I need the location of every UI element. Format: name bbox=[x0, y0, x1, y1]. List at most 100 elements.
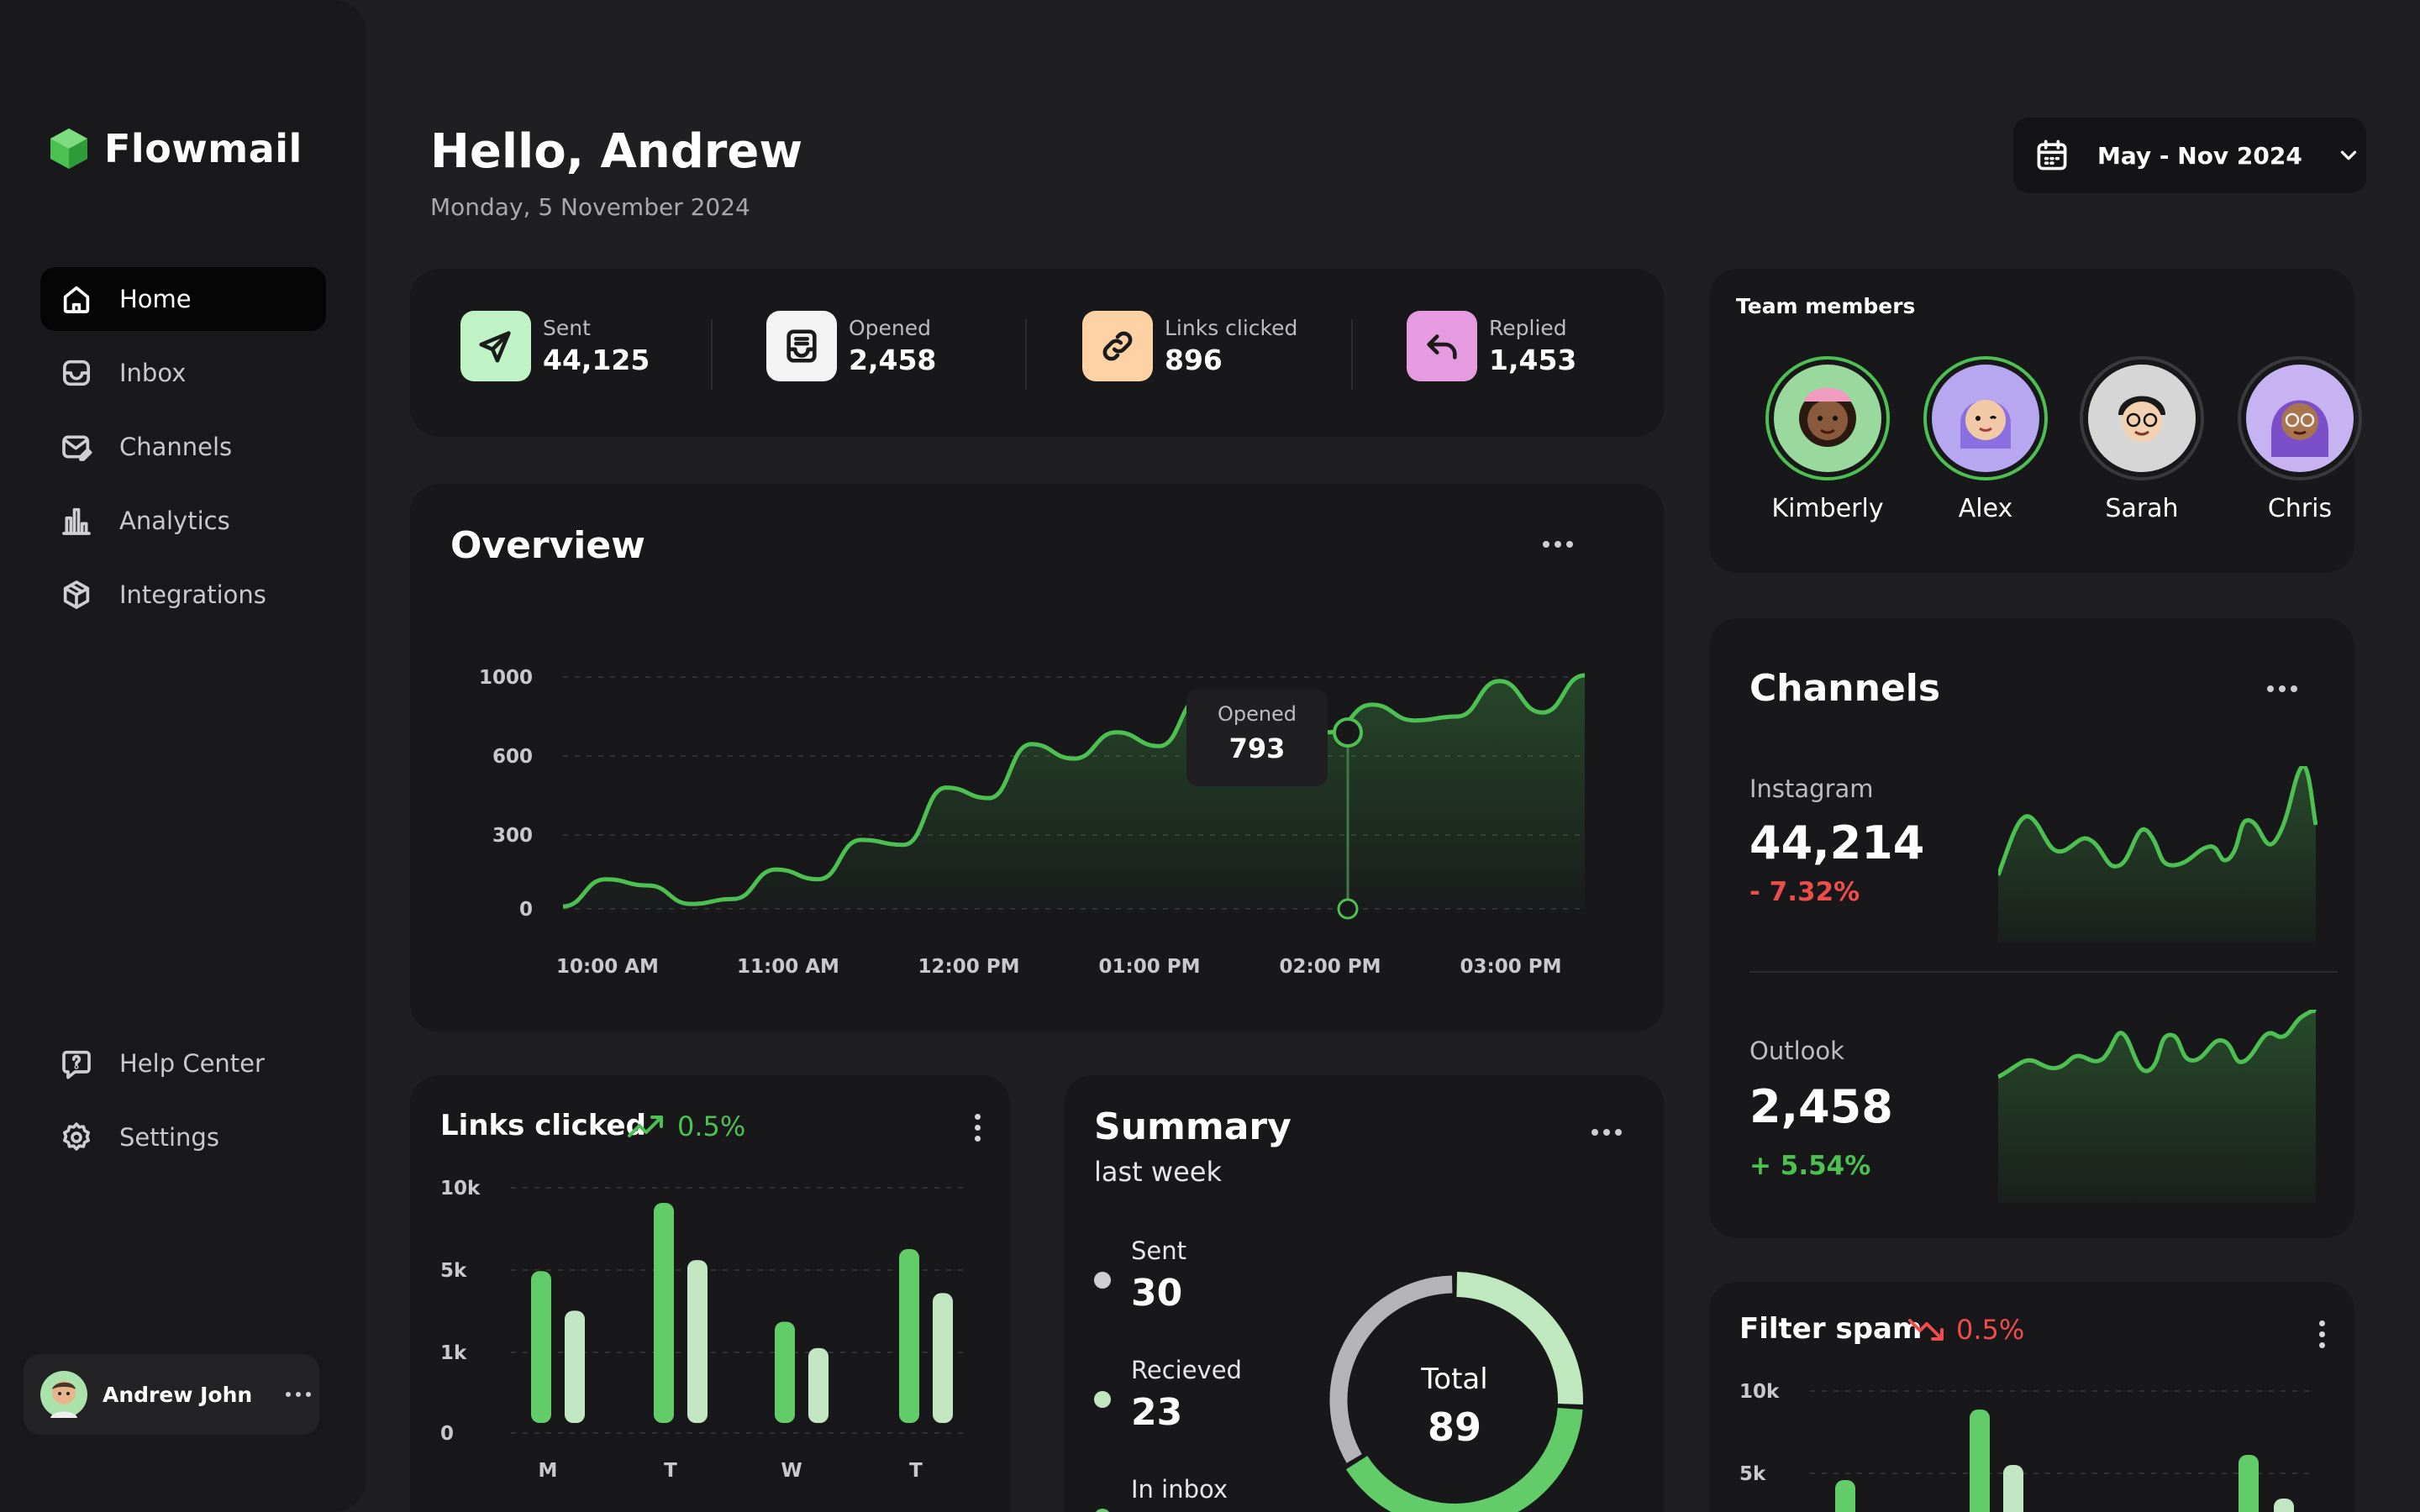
y-tick-label: 10k bbox=[1739, 1381, 1780, 1403]
nav-channels[interactable]: Channels bbox=[40, 415, 326, 479]
stat-links-clicked[interactable]: Links clicked 896 bbox=[1082, 311, 1297, 381]
bar bbox=[1970, 1410, 1990, 1512]
divider bbox=[1351, 319, 1353, 390]
bar bbox=[531, 1271, 551, 1423]
y-tick-label: 600 bbox=[492, 746, 533, 768]
summary-card: Summary last week Sent 30 Recieved 23 In… bbox=[1064, 1075, 1664, 1512]
chevron-down-icon bbox=[2340, 150, 2356, 160]
legend-dot-in-inbox bbox=[1094, 1509, 1111, 1512]
bar bbox=[775, 1321, 795, 1423]
stat-value: 1,453 bbox=[1489, 344, 1577, 376]
x-tick-label: 01:00 PM bbox=[1099, 956, 1201, 978]
inbox-icon bbox=[59, 355, 94, 391]
y-tick-label: 0 bbox=[519, 899, 533, 921]
stat-value: 44,125 bbox=[543, 344, 650, 376]
gear-icon bbox=[59, 1120, 94, 1155]
tooltip-value: 793 bbox=[1228, 732, 1286, 764]
stat-label: Links clicked bbox=[1165, 316, 1298, 340]
summary-label: Sent bbox=[1131, 1236, 1187, 1265]
bar bbox=[2274, 1499, 2294, 1512]
date-range-picker[interactable]: May - Nov 2024 bbox=[2013, 118, 2366, 193]
user-menu-button[interactable] bbox=[286, 1392, 312, 1397]
summary-subtitle: last week bbox=[1094, 1156, 1222, 1188]
current-date: Monday, 5 November 2024 bbox=[430, 193, 750, 221]
send-icon bbox=[460, 311, 531, 381]
reply-icon bbox=[1407, 311, 1477, 381]
channel-value: 2,458 bbox=[1749, 1080, 1893, 1133]
user-card[interactable]: Andrew John bbox=[24, 1354, 319, 1435]
overview-chart: 1000 600 300 0 10:00 AM 11:00 AM 12:00 PM 01:00… bbox=[479, 667, 1586, 978]
stat-label: Sent bbox=[543, 316, 591, 340]
divider bbox=[711, 319, 713, 390]
bar bbox=[933, 1293, 953, 1423]
x-tick-label: M bbox=[539, 1460, 558, 1482]
cube-icon bbox=[59, 577, 94, 612]
stat-label: Replied bbox=[1489, 316, 1567, 340]
y-tick-label: 10k bbox=[440, 1178, 481, 1200]
member-name: Chris bbox=[2267, 494, 2333, 523]
x-tick-label: T bbox=[664, 1460, 677, 1482]
stat-label: Opened bbox=[849, 316, 932, 340]
team-member-kimberly[interactable]: Kimberly bbox=[1765, 356, 1891, 523]
y-tick-label: 300 bbox=[492, 825, 533, 847]
channels-more-button[interactable] bbox=[2267, 685, 2297, 692]
filter-spam-chart: 10k 5k bbox=[1739, 1381, 2316, 1512]
nav-integrations[interactable]: Integrations bbox=[40, 563, 326, 627]
page-title: Hello, Andrew bbox=[430, 124, 803, 179]
y-tick-label: 0 bbox=[440, 1423, 454, 1445]
summary-label: Recieved bbox=[1131, 1356, 1242, 1384]
stats-card: Sent 44,125 Opened 2,458 Links clicked 8… bbox=[410, 269, 1664, 437]
calendar-icon bbox=[2037, 139, 2067, 171]
stat-sent[interactable]: Sent 44,125 bbox=[460, 311, 650, 381]
overview-card: Overview 1000 600 300 0 10:00 AM 11:00 AM 12:0… bbox=[410, 484, 1664, 1032]
app-name: Flowmail bbox=[104, 126, 302, 171]
channel-name: Instagram bbox=[1749, 774, 1874, 803]
divider bbox=[1749, 971, 2338, 973]
sidebar: Flowmail Home Inbox Channels Analytics I… bbox=[0, 0, 366, 1512]
stat-opened[interactable]: Opened 2,458 bbox=[766, 311, 936, 381]
x-tick-label: 10:00 AM bbox=[556, 956, 659, 978]
team-member-sarah[interactable]: Sarah bbox=[2079, 356, 2205, 523]
links-clicked-chart: 10k 5k 1k 0 M T W T bbox=[440, 1178, 968, 1482]
summary-value: 30 bbox=[1131, 1272, 1183, 1315]
nav-settings[interactable]: Settings bbox=[40, 1105, 326, 1169]
chart-tooltip: Opened 793 bbox=[1186, 689, 1328, 786]
channels-title: Channels bbox=[1749, 667, 1941, 710]
channel-value: 44,214 bbox=[1749, 816, 1925, 869]
nav-channels-label: Channels bbox=[119, 433, 233, 461]
nav-home[interactable]: Home bbox=[40, 267, 326, 331]
nav-home-label: Home bbox=[119, 285, 192, 313]
y-tick-label: 1k bbox=[440, 1342, 467, 1364]
stat-replied[interactable]: Replied 1,453 bbox=[1407, 311, 1576, 381]
divider bbox=[1025, 319, 1027, 390]
bar bbox=[565, 1310, 585, 1423]
team-title: Team members bbox=[1736, 294, 1916, 318]
nav-inbox-label: Inbox bbox=[119, 359, 187, 387]
nav-analytics[interactable]: Analytics bbox=[40, 489, 326, 553]
logo-cube-icon bbox=[50, 129, 87, 169]
stat-value: 896 bbox=[1165, 344, 1223, 376]
x-tick-label: 03:00 PM bbox=[1460, 956, 1562, 978]
nav-inbox[interactable]: Inbox bbox=[40, 341, 326, 405]
y-tick-label: 5k bbox=[440, 1260, 467, 1282]
nav-analytics-label: Analytics bbox=[119, 507, 230, 535]
bar bbox=[899, 1249, 919, 1423]
summary-more-button[interactable] bbox=[1591, 1129, 1622, 1136]
member-name: Alex bbox=[1958, 494, 2013, 523]
stat-value: 2,458 bbox=[849, 344, 937, 376]
avatar bbox=[2238, 356, 2362, 480]
nav-settings-label: Settings bbox=[119, 1123, 219, 1152]
team-member-alex[interactable]: Alex bbox=[1923, 356, 2049, 523]
app-logo[interactable]: Flowmail bbox=[49, 126, 302, 171]
team-members-card: Team members Kimberly Alex Sarah Chris bbox=[1709, 269, 2362, 573]
home-icon bbox=[59, 281, 94, 317]
bar bbox=[2238, 1455, 2259, 1512]
bar-chart-icon bbox=[59, 503, 94, 538]
nav-help-center[interactable]: Help Center bbox=[40, 1032, 326, 1095]
links-clicked-card: Links clicked 0.5% 10k 5k 1k 0 M T W T bbox=[410, 1075, 1010, 1512]
area-fill bbox=[563, 675, 1585, 909]
bar bbox=[1835, 1480, 1855, 1512]
x-tick-label: 11:00 AM bbox=[737, 956, 839, 978]
team-member-chris[interactable]: Chris bbox=[2237, 356, 2363, 523]
channel-change: - 7.32% bbox=[1749, 877, 1860, 907]
